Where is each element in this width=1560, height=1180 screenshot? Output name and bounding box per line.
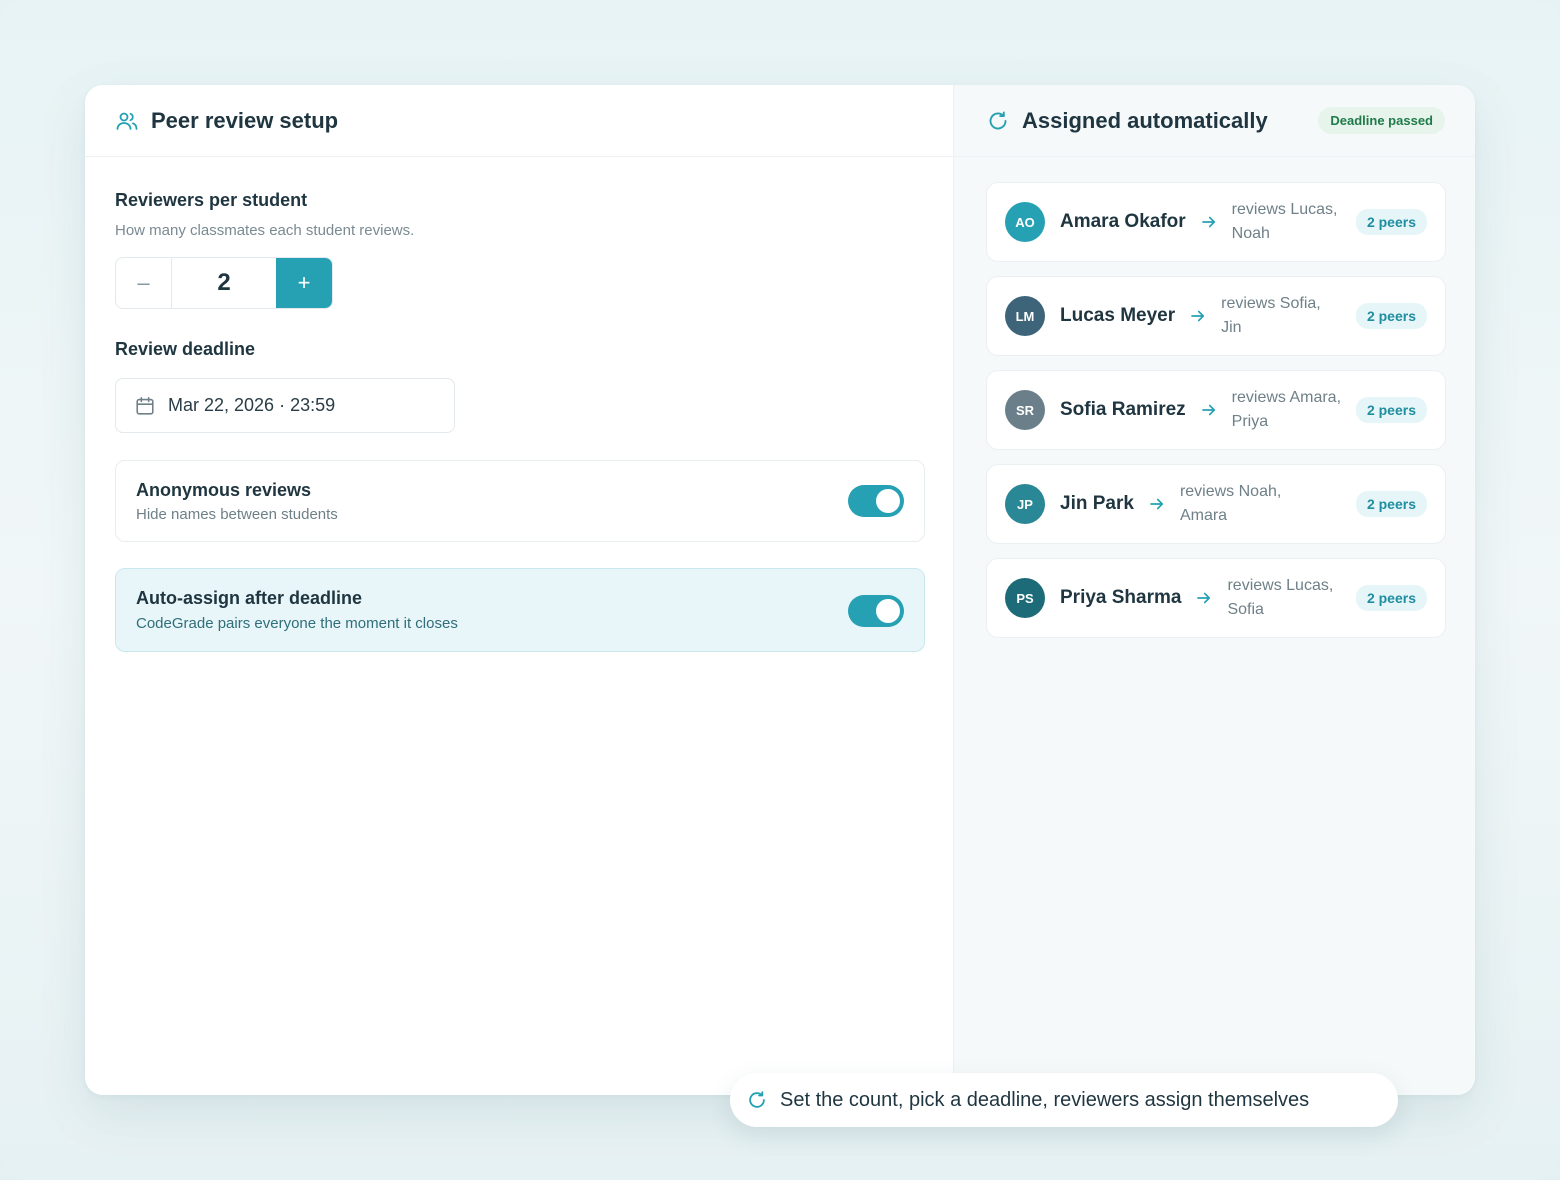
peers-badge: 2 peers — [1355, 585, 1427, 611]
deadline-date-input[interactable]: Mar 22, 2026 · 23:59 — [115, 378, 455, 433]
anonymous-reviews-subtitle: Hide names between students — [136, 506, 338, 523]
peers-badge: 2 peers — [1355, 303, 1427, 329]
auto-assign-subtitle: CodeGrade pairs everyone the moment it c… — [136, 615, 458, 632]
arrow-right-icon — [1148, 495, 1166, 513]
auto-assign-title: Auto-assign after deadline — [136, 588, 363, 608]
student-name: Lucas Meyer — [1060, 305, 1176, 326]
assigned-header: Assigned automatically Deadline passed — [954, 85, 1475, 157]
student-name: Sofia Ramirez — [1060, 399, 1186, 420]
arrow-right-icon — [1189, 307, 1207, 325]
reviews-text: reviews Lucas, Noah — [1231, 201, 1338, 242]
increment-button[interactable]: + — [276, 258, 332, 308]
assignment-row[interactable]: LM Lucas Meyer reviews Sofia, Jin 2 peer… — [986, 276, 1446, 356]
assignment-row[interactable]: JP Jin Park reviews Noah, Amara 2 peers — [986, 464, 1446, 544]
peers-badge: 2 peers — [1355, 209, 1427, 235]
anonymous-reviews-toggle[interactable] — [848, 485, 904, 517]
auto-assign-toggle[interactable] — [848, 595, 904, 627]
arrow-right-icon — [1200, 401, 1218, 419]
avatar: JP — [1005, 484, 1045, 524]
reviews-text: reviews Lucas, Sofia — [1227, 577, 1334, 618]
toggle-knob — [876, 599, 900, 623]
reviewers-label: Reviewers per student — [115, 190, 308, 210]
arrow-right-icon — [1200, 213, 1218, 231]
caption-pill: Set the count, pick a deadline, reviewer… — [730, 1073, 1398, 1127]
deadline-label: Review deadline — [115, 339, 256, 359]
setup-title: Peer review setup — [151, 107, 339, 133]
setup-header: Peer review setup — [85, 85, 953, 157]
setup-panel: Peer review setup Reviewers per student … — [85, 85, 953, 1095]
student-name: Amara Okafor — [1060, 211, 1186, 232]
deadline-value: Mar 22, 2026 · 23:59 — [168, 395, 336, 415]
assignment-row[interactable]: SR Sofia Ramirez reviews Amara, Priya 2 … — [986, 370, 1446, 450]
refresh-icon — [746, 1089, 768, 1111]
auto-assign-option: Auto-assign after deadline CodeGrade pai… — [115, 568, 925, 652]
caption-text: Set the count, pick a deadline, reviewer… — [780, 1088, 1310, 1111]
reviews-text: reviews Amara, Priya — [1231, 389, 1342, 430]
avatar: LM — [1005, 296, 1045, 336]
deadline-passed-badge: Deadline passed — [1318, 107, 1445, 134]
assigned-panel: Assigned automatically Deadline passed A… — [953, 85, 1475, 1095]
calendar-icon — [134, 395, 156, 417]
reviews-text: reviews Noah, Amara — [1179, 483, 1282, 524]
assigned-title: Assigned automatically — [1022, 107, 1268, 133]
reviewers-stepper: – 2 + — [115, 257, 333, 309]
assignment-row[interactable]: AO Amara Okafor reviews Lucas, Noah 2 pe… — [986, 182, 1446, 262]
decrement-button[interactable]: – — [116, 258, 172, 308]
avatar: PS — [1005, 578, 1045, 618]
arrow-right-icon — [1195, 589, 1213, 607]
student-name: Priya Sharma — [1060, 587, 1182, 608]
users-icon — [115, 109, 139, 133]
avatar: SR — [1005, 390, 1045, 430]
peers-badge: 2 peers — [1355, 397, 1427, 423]
anonymous-reviews-option: Anonymous reviews Hide names between stu… — [115, 460, 925, 542]
reviewers-hint: How many classmates each student reviews… — [115, 222, 415, 239]
peer-review-card: Peer review setup Reviewers per student … — [85, 85, 1475, 1095]
anonymous-reviews-title: Anonymous reviews — [136, 480, 312, 500]
toggle-knob — [876, 489, 900, 513]
peers-badge: 2 peers — [1355, 491, 1427, 517]
assignment-row[interactable]: PS Priya Sharma reviews Lucas, Sofia 2 p… — [986, 558, 1446, 638]
student-name: Jin Park — [1060, 493, 1134, 514]
avatar: AO — [1005, 202, 1045, 242]
refresh-icon — [986, 109, 1010, 133]
reviews-text: reviews Sofia, Jin — [1221, 295, 1321, 336]
reviewers-count-value[interactable]: 2 — [172, 258, 276, 308]
